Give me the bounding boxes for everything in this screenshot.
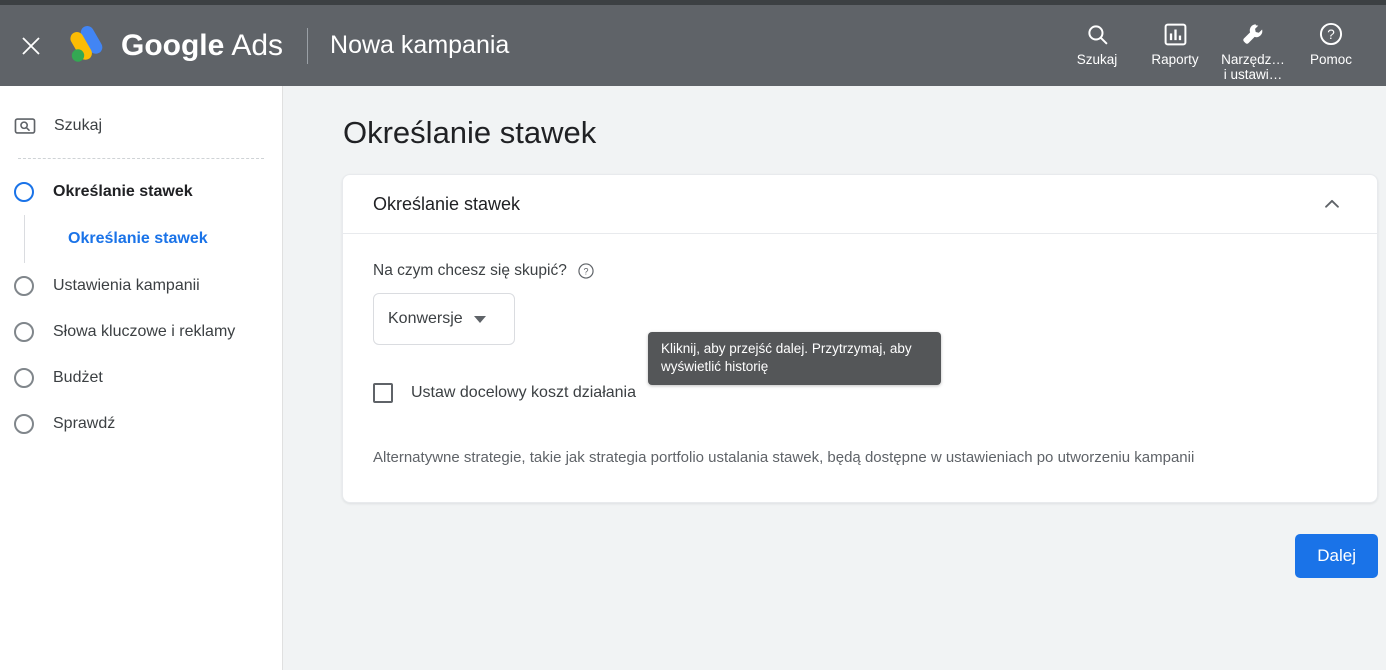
- app-header: Google Ads Nowa kampania Szukaj Raporty …: [0, 5, 1386, 86]
- header-action-label: Pomoc: [1309, 52, 1353, 67]
- header-page-title: Nowa kampania: [330, 31, 510, 59]
- sidebar-item-budzet[interactable]: Budżet: [0, 355, 282, 401]
- chevron-up-icon[interactable]: [1315, 187, 1349, 221]
- focus-select-value: Konwersje: [388, 310, 463, 327]
- target-cpa-checkbox-row: Ustaw docelowy koszt działania: [373, 383, 1347, 403]
- sidebar-substep-group: Określanie stawek: [0, 215, 282, 263]
- brand-logo-group[interactable]: Google Ads: [62, 5, 283, 86]
- tooltip: Kliknij, aby przejść dalej. Przytrzymaj,…: [648, 332, 941, 385]
- svg-text:?: ?: [1327, 27, 1335, 42]
- substep-connector-line: [24, 215, 25, 263]
- sidebar-item-slowa-kluczowe-i-reklamy[interactable]: Słowa kluczowe i reklamy: [0, 309, 282, 355]
- target-cpa-checkbox-label[interactable]: Ustaw docelowy koszt działania: [411, 384, 636, 402]
- step-circle-icon: [14, 182, 34, 202]
- step-circle-icon: [14, 322, 34, 342]
- sidebar-item-okreslanie-stawek[interactable]: Określanie stawek: [0, 169, 282, 215]
- focus-field-label: Na czym chcesz się skupić?: [373, 262, 567, 279]
- sidebar-divider: [18, 158, 264, 159]
- chevron-down-icon: [473, 315, 486, 323]
- focus-select[interactable]: Konwersje: [373, 293, 515, 345]
- bidding-card: Określanie stawek Na czym chcesz się sku…: [342, 174, 1378, 503]
- sidebar-item-label: Określanie stawek: [53, 183, 193, 200]
- target-cpa-checkbox[interactable]: [373, 383, 393, 403]
- header-action-help[interactable]: ? Pomoc: [1292, 13, 1370, 67]
- svg-text:?: ?: [583, 266, 588, 276]
- reports-bar-chart-icon: [1163, 19, 1188, 49]
- sidebar-item-label: Ustawienia kampanii: [53, 277, 200, 294]
- step-circle-icon: [14, 276, 34, 296]
- brand-ads: Ads: [231, 28, 284, 62]
- focus-field-label-row: Na czym chcesz się skupić? ?: [373, 262, 1347, 280]
- header-divider: [307, 27, 309, 64]
- wrench-tools-icon: [1240, 19, 1266, 49]
- sidebar-item-search[interactable]: Szukaj: [0, 104, 282, 148]
- step-circle-icon: [14, 368, 34, 388]
- card-header: Określanie stawek: [343, 175, 1377, 234]
- header-action-reports[interactable]: Raporty: [1136, 13, 1214, 67]
- brand-google: Google: [121, 28, 225, 62]
- sidebar-item-label: Słowa kluczowe i reklamy: [53, 323, 236, 340]
- help-question-icon: ?: [1318, 19, 1344, 49]
- close-button[interactable]: [0, 5, 62, 86]
- page-title: Określanie stawek: [343, 115, 597, 150]
- sidebar-item-sprawdz[interactable]: Sprawdź: [0, 401, 282, 447]
- step-circle-icon: [14, 414, 34, 434]
- brand-text: Google Ads: [121, 29, 283, 63]
- search-box-icon: [14, 118, 36, 134]
- sidebar-substep-okreslanie-stawek[interactable]: Określanie stawek: [68, 230, 208, 248]
- header-action-label: Szukaj: [1076, 52, 1118, 67]
- next-button[interactable]: Dalej: [1295, 534, 1378, 578]
- card-body: Na czym chcesz się skupić? ? Konwersje U…: [343, 234, 1377, 502]
- help-circle-icon[interactable]: ?: [577, 262, 595, 280]
- tooltip-text: Kliknij, aby przejść dalej. Przytrzymaj,…: [661, 341, 912, 374]
- close-icon: [22, 36, 40, 55]
- header-actions: Szukaj Raporty Narzędz… i ustawi… ? Pomo…: [1058, 5, 1386, 86]
- header-action-label: Narzędz… i ustawi…: [1221, 52, 1285, 82]
- sidebar-item-label: Szukaj: [54, 117, 103, 134]
- sidebar-item-label: Budżet: [53, 369, 103, 386]
- header-action-search[interactable]: Szukaj: [1058, 13, 1136, 67]
- sidebar-item-ustawienia-kampanii[interactable]: Ustawienia kampanii: [0, 263, 282, 309]
- alternative-strategies-note: Alternatywne strategie, takie jak strate…: [373, 449, 1195, 466]
- main-content: Określanie stawek Określanie stawek Na c…: [283, 86, 1386, 670]
- search-icon: [1085, 19, 1110, 49]
- sidebar: Szukaj Określanie stawek Określanie staw…: [0, 86, 283, 670]
- card-title: Określanie stawek: [373, 193, 521, 214]
- header-action-tools[interactable]: Narzędz… i ustawi…: [1214, 13, 1292, 82]
- sidebar-item-label: Sprawdź: [53, 415, 116, 432]
- google-ads-logo-icon: [70, 25, 103, 62]
- header-action-label: Raporty: [1151, 52, 1199, 67]
